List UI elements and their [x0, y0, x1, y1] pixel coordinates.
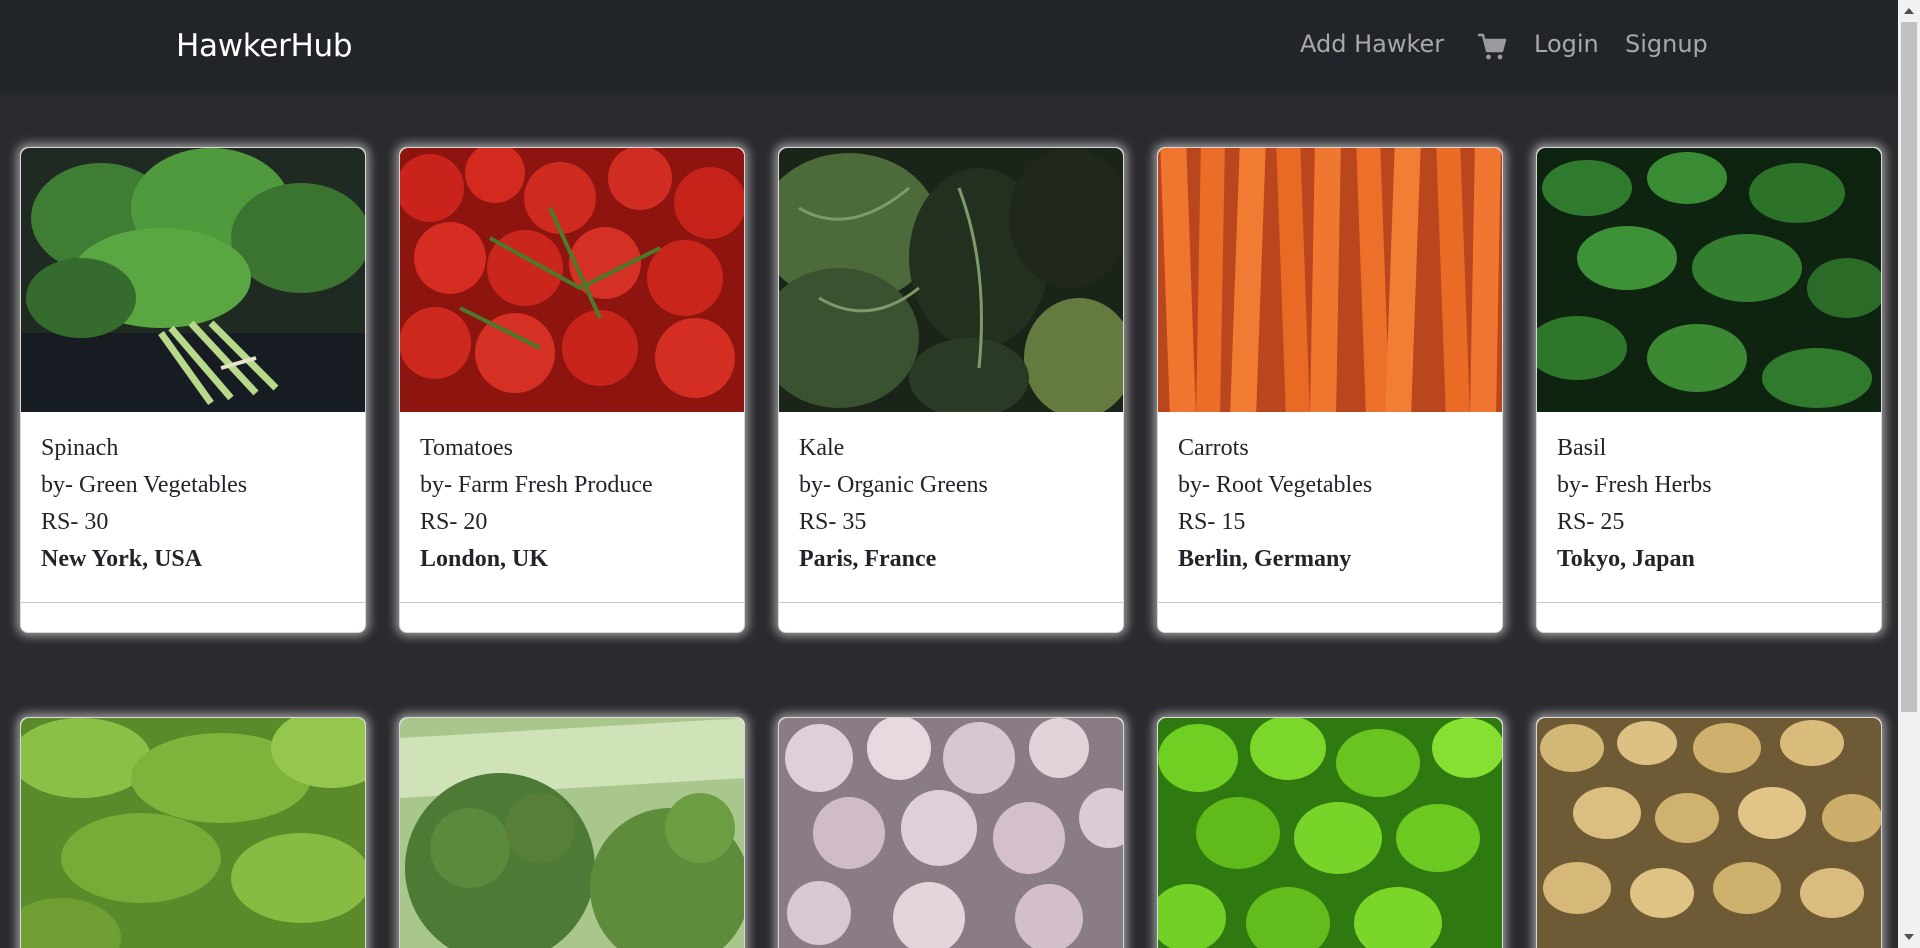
card-footer [400, 602, 744, 632]
broccoli-image [400, 718, 744, 948]
product-vendor: by- Fresh Herbs [1557, 472, 1712, 498]
product-card[interactable]: Basil by- Fresh Herbs RS- 25 Tokyo, Japa… [1536, 147, 1882, 633]
product-price: RS- 25 [1557, 509, 1625, 535]
vertical-scrollbar[interactable] [1898, 0, 1920, 948]
product-card[interactable] [1157, 717, 1503, 948]
product-card[interactable] [20, 717, 366, 948]
kale-image [779, 148, 1123, 412]
product-location: New York, USA [41, 546, 203, 572]
product-name: Basil [1557, 435, 1607, 461]
spinach-image [21, 148, 365, 412]
product-location: Paris, France [799, 546, 937, 572]
card-body: Spinach by- Green Vegetables RS- 30 New … [21, 412, 365, 602]
card-footer [1158, 602, 1502, 632]
potatoes-image [1537, 718, 1881, 948]
login-link[interactable]: Login [1534, 30, 1599, 58]
product-price: RS- 15 [1178, 509, 1246, 535]
product-name: Carrots [1178, 435, 1249, 461]
product-card[interactable]: Carrots by- Root Vegetables RS- 15 Berli… [1157, 147, 1503, 633]
product-name: Tomatoes [420, 435, 513, 461]
product-vendor: by- Root Vegetables [1178, 472, 1373, 498]
navbar: HawkerHub Add Hawker Login Signup [0, 0, 1898, 95]
product-price: RS- 30 [41, 509, 109, 535]
scrollbar-thumb[interactable] [1901, 22, 1917, 712]
product-price: RS- 35 [799, 509, 867, 535]
product-card[interactable]: Spinach by- Green Vegetables RS- 30 New … [20, 147, 366, 633]
add-hawker-link[interactable]: Add Hawker [1300, 30, 1444, 58]
product-card[interactable]: Kale by- Organic Greens RS- 35 Paris, Fr… [778, 147, 1124, 633]
product-name: Spinach [41, 435, 119, 461]
brand-logo[interactable]: HawkerHub [176, 28, 353, 64]
card-body: Carrots by- Root Vegetables RS- 15 Berli… [1158, 412, 1502, 602]
card-footer [1537, 602, 1881, 632]
product-name: Kale [799, 435, 845, 461]
product-location: London, UK [420, 546, 549, 572]
basil-image [1537, 148, 1881, 412]
scroll-up-arrow-icon[interactable] [1904, 8, 1914, 14]
cart-icon[interactable] [1477, 32, 1507, 62]
product-location: Berlin, Germany [1178, 546, 1352, 572]
card-body: Kale by- Organic Greens RS- 35 Paris, Fr… [779, 412, 1123, 602]
product-price: RS- 20 [420, 509, 488, 535]
product-location: Tokyo, Japan [1557, 546, 1695, 572]
signup-link[interactable]: Signup [1625, 30, 1708, 58]
tomatoes-image [400, 148, 744, 412]
product-vendor: by- Farm Fresh Produce [420, 472, 653, 498]
product-card[interactable]: Tomatoes by- Farm Fresh Produce RS- 20 L… [399, 147, 745, 633]
garlic-image [779, 718, 1123, 948]
carrots-image [1158, 148, 1502, 412]
product-card[interactable] [778, 717, 1124, 948]
card-footer [779, 602, 1123, 632]
product-card[interactable] [399, 717, 745, 948]
card-body: Tomatoes by- Farm Fresh Produce RS- 20 L… [400, 412, 744, 602]
product-card[interactable] [1536, 717, 1882, 948]
green-peppers-image [1158, 718, 1502, 948]
lettuce-image [21, 718, 365, 948]
card-footer [21, 602, 365, 632]
card-body: Basil by- Fresh Herbs RS- 25 Tokyo, Japa… [1537, 412, 1881, 602]
product-vendor: by- Organic Greens [799, 472, 988, 498]
scroll-down-arrow-icon[interactable] [1904, 934, 1914, 940]
product-vendor: by- Green Vegetables [41, 472, 248, 498]
